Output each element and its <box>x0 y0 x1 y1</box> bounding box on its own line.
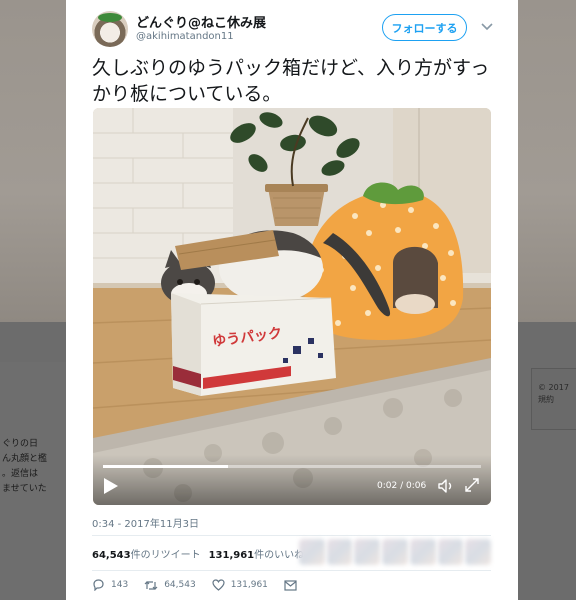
avatar <box>354 539 381 565</box>
engagement-stats: 64,543 件のリツイート 131,961 件のいいね <box>92 545 312 561</box>
tweet-card: どんぐり@ねこ休み展 @akihimatandon11 フォローする 久しぶりの… <box>66 0 518 600</box>
avatar <box>465 539 492 565</box>
video-time: 0:02 / 0:06 <box>377 481 427 491</box>
avatar <box>437 539 464 565</box>
tweet-text: 久しぶりのゆうパック箱だけど、入り方がすっかり板についている。 <box>92 57 490 105</box>
tweet-actions: 143 64,543 131,961 <box>92 577 319 593</box>
screen-name[interactable]: @akihimatandon11 <box>136 31 234 42</box>
like-icon <box>212 579 225 591</box>
video-progress-fill <box>103 465 228 468</box>
like-count: 131,961 <box>208 549 255 561</box>
video-controls: 0:02 / 0:06 <box>93 455 491 505</box>
reply-icon <box>93 579 104 591</box>
retweet-count: 64,543 <box>92 549 131 561</box>
dm-icon <box>284 579 297 591</box>
avatar <box>326 539 353 565</box>
follow-button[interactable]: フォローする <box>382 14 467 41</box>
footer-copyright: © 2017 規約 <box>538 383 569 404</box>
reply-count: 143 <box>111 580 129 590</box>
video-frame: ゆうパック <box>93 108 491 505</box>
play-icon[interactable] <box>103 477 119 495</box>
chevron-down-icon[interactable] <box>480 20 494 34</box>
left-bio-text: ぐりの日 ん丸顔と檻 。返信は ませていた <box>2 439 48 494</box>
retweet-stat[interactable]: 64,543 件のリツイート <box>92 546 201 561</box>
fullscreen-icon[interactable] <box>464 477 480 493</box>
divider <box>92 535 491 536</box>
like-button[interactable]: 131,961 <box>212 579 268 591</box>
reply-button[interactable]: 143 <box>92 579 128 591</box>
retweet-label: 件のリツイート <box>130 549 201 561</box>
display-name[interactable]: どんぐり@ねこ休み展 <box>136 12 266 31</box>
like-stat[interactable]: 131,961 件のいいね <box>209 546 305 561</box>
avatar[interactable] <box>92 11 128 47</box>
like-action-count: 131,961 <box>230 580 268 590</box>
volume-icon[interactable] <box>437 477 455 495</box>
avatar <box>299 539 325 565</box>
liker-avatars[interactable] <box>299 539 492 567</box>
avatar <box>382 539 408 565</box>
retweet-action-count: 64,543 <box>164 580 196 590</box>
avatar <box>409 539 436 565</box>
video-player[interactable]: ゆうパック 0:02 / 0:06 <box>93 108 491 505</box>
tweet-timestamp[interactable]: 0:34 - 2017年11月3日 <box>92 515 199 530</box>
video-progress-track[interactable] <box>103 465 481 468</box>
divider <box>92 570 491 571</box>
like-label: 件のいいね <box>254 549 305 561</box>
retweet-button[interactable]: 64,543 <box>144 580 196 591</box>
retweet-icon <box>144 580 158 590</box>
dm-button[interactable] <box>284 579 303 591</box>
